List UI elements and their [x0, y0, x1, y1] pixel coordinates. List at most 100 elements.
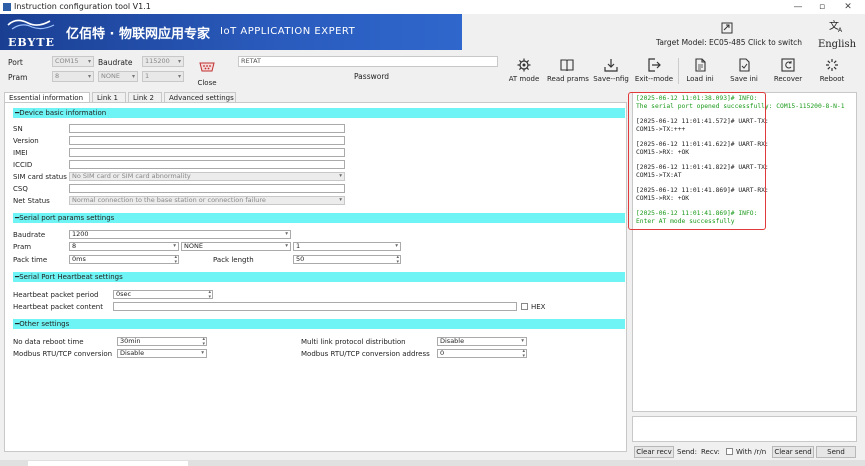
- read-params-button[interactable]: Read prams: [547, 58, 589, 83]
- sn-label: SN: [13, 125, 23, 133]
- log-entry: [2025-06-12 11:01:41.869]# UART-RX: COM1…: [636, 187, 769, 202]
- recover-button[interactable]: Recover: [768, 58, 808, 83]
- parity-select[interactable]: NONE ▾: [98, 71, 138, 82]
- close-window-button[interactable]: ✕: [838, 0, 858, 14]
- imei-field[interactable]: [69, 148, 345, 157]
- send-button[interactable]: Send: [816, 446, 856, 458]
- pack-length-spinner[interactable]: 50 ▴ ▾: [293, 255, 401, 265]
- app-icon: [3, 3, 11, 11]
- book-icon: [560, 59, 574, 72]
- log-entry: [2025-06-12 11:01:41.822]# UART-TX: COM1…: [636, 164, 769, 179]
- save-config-button[interactable]: Save--nfig: [591, 58, 631, 83]
- maximize-button[interactable]: ▫: [812, 0, 832, 14]
- status-bar: [0, 460, 865, 466]
- hex-label: HEX: [531, 303, 546, 311]
- with-rn-checkbox[interactable]: [726, 448, 733, 455]
- csq-label: CSQ: [13, 185, 28, 193]
- recover-icon: [781, 58, 795, 72]
- tab-advanced-settings[interactable]: Advanced settings: [164, 92, 236, 102]
- close-port-button[interactable]: Close: [196, 58, 218, 87]
- heartbeat-content-field[interactable]: [113, 302, 517, 311]
- reboot-button[interactable]: Reboot: [812, 58, 852, 83]
- save-ini-button[interactable]: Save ini: [724, 58, 764, 83]
- version-field[interactable]: [69, 136, 345, 145]
- modbus-address-label: Modbus RTU/TCP conversion address: [301, 350, 430, 358]
- stopbits-select[interactable]: 1 ▾: [142, 71, 184, 82]
- serial-parity-select[interactable]: NONE ▾: [181, 242, 291, 251]
- save-doc-icon: [739, 58, 750, 72]
- port-label: Port: [8, 58, 23, 67]
- download-icon: [604, 59, 618, 72]
- serial-pram-label: Pram: [13, 243, 32, 251]
- log-entry: [2025-06-12 11:01:41.572]# UART-TX: COM1…: [636, 118, 769, 133]
- banner-title-cn: 亿佰特 · 物联网应用专家: [66, 27, 210, 42]
- sn-field[interactable]: [69, 124, 345, 133]
- multilink-select[interactable]: Disable ▾: [437, 337, 527, 346]
- load-ini-button[interactable]: Load ini: [680, 58, 720, 83]
- log-entry: [2025-06-12 11:01:41.869]# INFO: Enter A…: [636, 210, 758, 225]
- password-label: Password: [354, 72, 390, 81]
- language-label: English: [817, 39, 857, 50]
- pram-label: Pram: [8, 73, 28, 82]
- baudrate-select[interactable]: 115200 ▾: [142, 56, 184, 67]
- close-port-label: Close: [197, 79, 217, 87]
- brand-name: EBYTE: [8, 36, 55, 49]
- send-input[interactable]: [632, 416, 857, 442]
- password-input[interactable]: RETAT: [238, 56, 498, 67]
- net-status-label: Net Status: [13, 197, 50, 205]
- pack-length-label: Pack length: [213, 256, 254, 264]
- heartbeat-content-label: Heartbeat packet content: [13, 303, 103, 311]
- status-bar-segment: [28, 461, 188, 466]
- pack-time-spinner[interactable]: 0ms ▴ ▾: [69, 255, 179, 265]
- reboot-time-label: No data reboot time: [13, 338, 84, 346]
- heartbeat-period-label: Heartbeat packet period: [13, 291, 99, 299]
- language-icon: 文 A: [829, 19, 843, 34]
- banner-title-en: IoT APPLICATION EXPERT: [220, 26, 356, 37]
- serial-params-section-header: ━Serial port params settings: [13, 213, 625, 223]
- port-select[interactable]: COM15 ▾: [52, 56, 94, 67]
- baudrate-label: Baudrate: [98, 58, 133, 67]
- serial-baudrate-select[interactable]: 1200 ▾: [69, 230, 291, 239]
- iccid-field[interactable]: [69, 160, 345, 169]
- loading-icon: [826, 59, 838, 71]
- heartbeat-period-spinner[interactable]: 0sec ▴ ▾: [113, 290, 213, 300]
- ebyte-logo-icon: [7, 19, 55, 30]
- toolbar-divider: [678, 58, 679, 84]
- document-icon: [695, 58, 706, 72]
- with-rn-label: With /r/n: [736, 448, 767, 456]
- exit-mode-button[interactable]: Exit--mode: [634, 58, 674, 83]
- net-status-select[interactable]: Normal connection to the base station or…: [69, 196, 345, 205]
- exit-icon: [648, 58, 661, 72]
- hex-checkbox[interactable]: [521, 303, 528, 310]
- tab-link-1[interactable]: Link 1: [92, 92, 126, 102]
- modbus-conversion-select[interactable]: Disable ▾: [117, 349, 207, 358]
- sim-status-label: SIM card status: [13, 173, 67, 181]
- log-entry: [2025-06-12 11:01:38.093]# INFO: The ser…: [636, 95, 845, 110]
- switch-model-icon[interactable]: [721, 22, 733, 34]
- modbus-address-spinner[interactable]: 0 ▴ ▾: [437, 349, 527, 359]
- language-button[interactable]: 文 A English: [814, 18, 860, 50]
- send-label: Send:: [677, 448, 697, 456]
- modbus-conversion-label: Modbus RTU/TCP conversion: [13, 350, 113, 358]
- at-mode-button[interactable]: AT mode: [504, 58, 544, 83]
- serial-databits-select[interactable]: 8 ▾: [69, 242, 179, 251]
- reboot-time-spinner[interactable]: 30min ▴ ▾: [117, 337, 207, 347]
- csq-field[interactable]: [69, 184, 345, 193]
- version-label: Version: [13, 137, 39, 145]
- tab-essential-information[interactable]: Essential information: [4, 92, 90, 102]
- serial-stopbits-select[interactable]: 1 ▾: [293, 242, 401, 251]
- log-output[interactable]: [2025-06-12 11:01:38.093]# INFO: The ser…: [632, 92, 857, 412]
- clear-send-button[interactable]: Clear send: [772, 446, 814, 458]
- target-model-link[interactable]: Target Model: EC05-485 Click to switch: [656, 38, 802, 47]
- gear-icon: [517, 58, 531, 72]
- databits-select[interactable]: 8 ▾: [52, 71, 94, 82]
- recv-label: Recv:: [701, 448, 720, 456]
- minimize-button[interactable]: —: [788, 0, 808, 14]
- sim-status-select[interactable]: No SIM card or SIM card abnormality ▾: [69, 172, 345, 181]
- pack-time-label: Pack time: [13, 256, 48, 264]
- clear-recv-button[interactable]: Clear recv: [634, 446, 674, 458]
- tab-link-2[interactable]: Link 2: [128, 92, 162, 102]
- window-title: Instruction configuration tool V1.1: [14, 2, 151, 11]
- svg-text:A: A: [838, 27, 843, 33]
- title-bar: Instruction configuration tool V1.1 — ▫ …: [0, 0, 865, 14]
